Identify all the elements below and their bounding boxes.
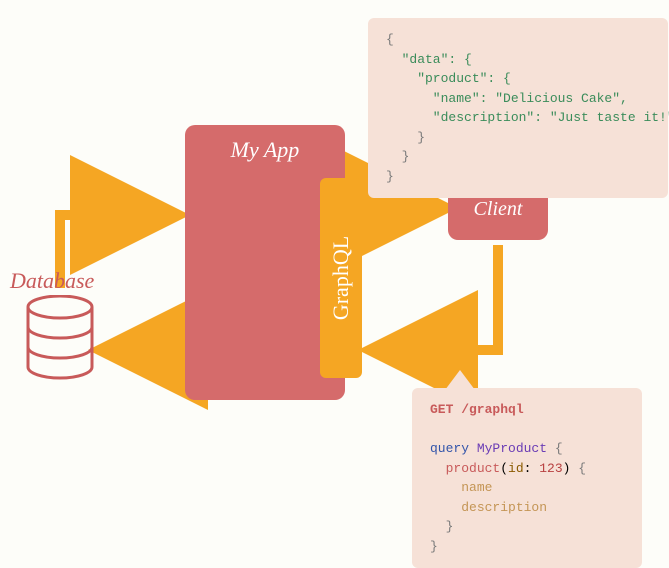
database-label: Database (10, 268, 94, 294)
request-bubble-tail (445, 370, 475, 390)
graphql-block: GraphQL (320, 178, 362, 378)
graphql-label: GraphQL (328, 236, 354, 320)
response-bubble-tail (410, 145, 440, 165)
arrow-client-to-graphql (378, 245, 498, 350)
request-bubble: GET /graphql query MyProduct { product(i… (412, 388, 642, 568)
client-label: Client (474, 198, 523, 221)
database-icon (25, 295, 95, 380)
app-label: My App (185, 137, 345, 163)
response-bubble: { "data": { "product": { "name": "Delici… (368, 18, 668, 198)
